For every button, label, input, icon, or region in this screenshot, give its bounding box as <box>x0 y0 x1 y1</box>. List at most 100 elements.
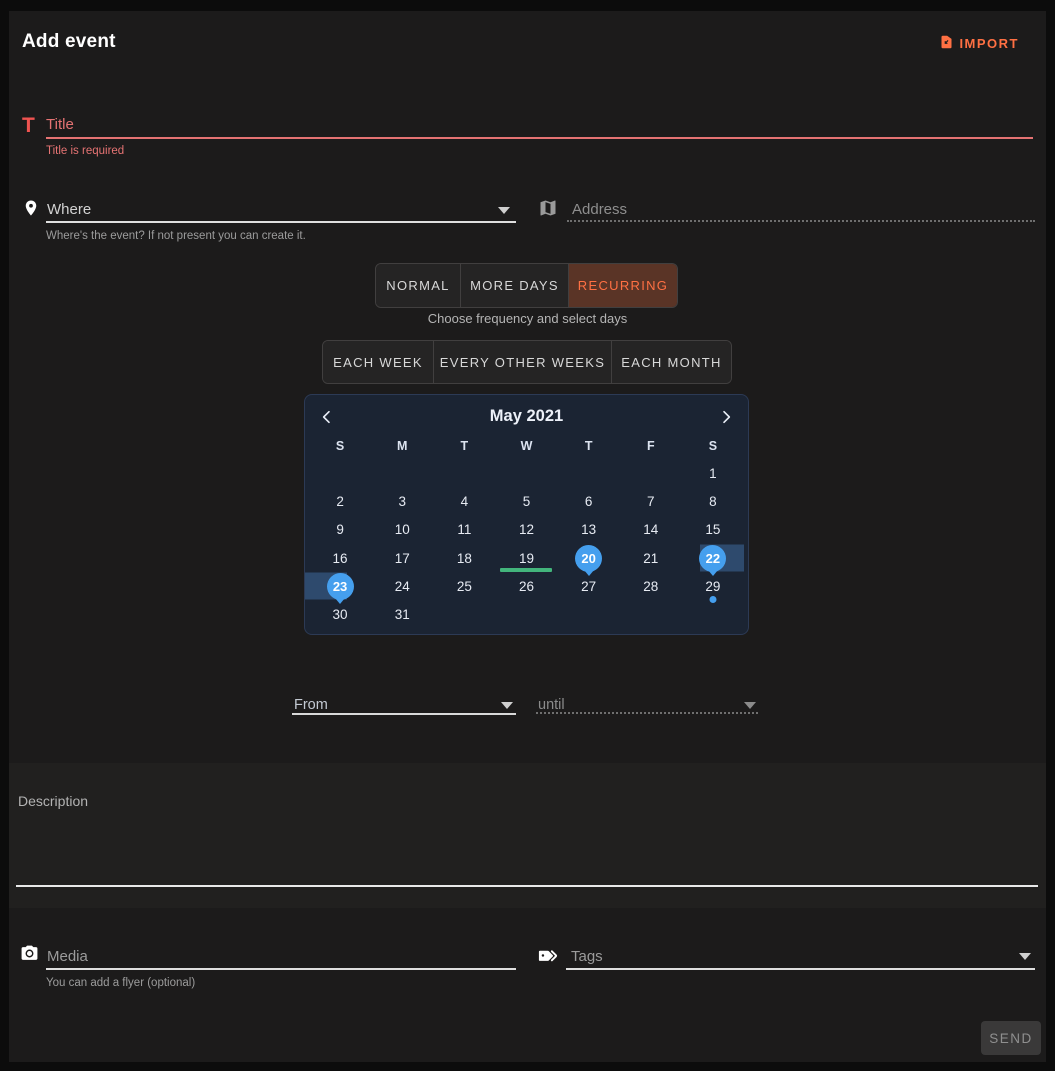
calendar-day-20-selected[interactable]: 20 <box>558 544 620 572</box>
selected-day-balloon[interactable]: 22 <box>699 545 726 572</box>
calendar-day-25[interactable]: 25 <box>433 572 495 600</box>
calendar-day <box>495 601 557 629</box>
dow-tue: T <box>433 434 495 458</box>
tags-select[interactable]: Tags <box>571 948 603 965</box>
frequency-button-group: EACH WEEK EVERY OTHER WEEKS EACH MONTH <box>322 340 732 384</box>
where-dropdown-arrow-icon[interactable] <box>498 207 510 214</box>
calendar-day-29-marked[interactable]: 29 <box>682 572 744 600</box>
calendar-day <box>309 459 371 487</box>
calendar-day <box>682 601 744 629</box>
dow-thu: T <box>558 434 620 458</box>
calendar-week-3: 9 10 11 12 13 14 15 <box>309 516 744 544</box>
tags-dropdown-arrow-icon[interactable] <box>1019 953 1031 960</box>
dow-mon: M <box>371 434 433 458</box>
calendar-day-24[interactable]: 24 <box>371 572 433 600</box>
calendar-day-2[interactable]: 2 <box>309 487 371 515</box>
calendar-day-30[interactable]: 30 <box>309 601 371 629</box>
selected-day-balloon[interactable]: 20 <box>575 545 602 572</box>
each-week-button[interactable]: EACH WEEK <box>323 341 433 383</box>
calendar-day-8[interactable]: 8 <box>682 487 744 515</box>
calendar-day-9[interactable]: 9 <box>309 516 371 544</box>
title-input[interactable]: Title <box>46 116 74 133</box>
calendar-week-4: 16 17 18 19 20 21 22 <box>309 544 744 572</box>
calendar-day-15[interactable]: 15 <box>682 516 744 544</box>
calendar: May 2021 S M T W T F S <box>304 394 749 635</box>
tab-normal[interactable]: NORMAL <box>376 264 460 307</box>
send-button[interactable]: SEND <box>981 1021 1041 1055</box>
calendar-day-28[interactable]: 28 <box>620 572 682 600</box>
calendar-week-6: 30 31 <box>309 601 744 629</box>
media-helper-text: You can add a flyer (optional) <box>46 977 195 989</box>
description-underline <box>16 885 1038 887</box>
calendar-day-11[interactable]: 11 <box>433 516 495 544</box>
add-event-panel: Add event IMPORT T Title Title is requir… <box>9 11 1046 1062</box>
calendar-day-19-today[interactable]: 19 <box>495 544 557 572</box>
calendar-month-title: May 2021 <box>305 407 748 426</box>
until-time-select[interactable]: until <box>538 697 565 713</box>
event-type-tab-group: NORMAL MORE DAYS RECURRING <box>375 263 678 308</box>
title-icon: T <box>22 114 35 138</box>
calendar-week-1: 1 <box>309 459 744 487</box>
calendar-day-31[interactable]: 31 <box>371 601 433 629</box>
dow-sun: S <box>309 434 371 458</box>
tab-recurring[interactable]: RECURRING <box>568 264 677 307</box>
calendar-day-16[interactable]: 16 <box>309 544 371 572</box>
calendar-next-month-icon[interactable] <box>715 406 737 428</box>
address-input[interactable]: Address <box>572 201 627 218</box>
calendar-day-4[interactable]: 4 <box>433 487 495 515</box>
from-dropdown-arrow-icon[interactable] <box>501 702 513 709</box>
calendar-day-26[interactable]: 26 <box>495 572 557 600</box>
calendar-day-10[interactable]: 10 <box>371 516 433 544</box>
title-error-text: Title is required <box>46 145 124 157</box>
calendar-grid: 1 2 3 4 5 6 7 8 9 10 11 12 13 14 <box>309 459 744 629</box>
media-input[interactable]: Media <box>47 948 88 965</box>
tags-icon <box>537 944 560 972</box>
calendar-day-14[interactable]: 14 <box>620 516 682 544</box>
title-underline <box>46 137 1033 139</box>
calendar-day <box>495 459 557 487</box>
location-pin-icon <box>22 197 40 224</box>
media-underline <box>46 968 516 970</box>
dow-fri: F <box>620 434 682 458</box>
each-month-button[interactable]: EACH MONTH <box>611 341 731 383</box>
calendar-week-5: 23 24 25 26 27 28 29 <box>309 572 744 600</box>
address-underline <box>567 220 1035 222</box>
calendar-day-headers: S M T W T F S <box>309 434 744 458</box>
calendar-day-1[interactable]: 1 <box>682 459 744 487</box>
where-helper-text: Where's the event? If not present you ca… <box>46 230 306 242</box>
calendar-day <box>371 459 433 487</box>
calendar-day-27[interactable]: 27 <box>558 572 620 600</box>
map-icon <box>538 198 558 223</box>
calendar-day-7[interactable]: 7 <box>620 487 682 515</box>
calendar-day <box>558 601 620 629</box>
description-textarea[interactable]: Description <box>18 793 88 809</box>
page-title: Add event <box>22 31 116 53</box>
description-section: Description <box>9 763 1046 908</box>
calendar-week-2: 2 3 4 5 6 7 8 <box>309 487 744 515</box>
calendar-day-18[interactable]: 18 <box>433 544 495 572</box>
where-underline <box>46 221 516 223</box>
calendar-day-3[interactable]: 3 <box>371 487 433 515</box>
camera-icon <box>19 944 40 968</box>
calendar-day-17[interactable]: 17 <box>371 544 433 572</box>
import-button[interactable]: IMPORT <box>939 33 1019 54</box>
calendar-day-13[interactable]: 13 <box>558 516 620 544</box>
dow-sat: S <box>682 434 744 458</box>
calendar-day-21[interactable]: 21 <box>620 544 682 572</box>
where-select[interactable]: Where <box>47 201 91 218</box>
until-dropdown-arrow-icon <box>744 702 756 709</box>
calendar-day <box>433 459 495 487</box>
every-other-weeks-button[interactable]: EVERY OTHER WEEKS <box>433 341 611 383</box>
tags-underline <box>566 968 1035 970</box>
dow-wed: W <box>495 434 557 458</box>
calendar-day-6[interactable]: 6 <box>558 487 620 515</box>
selected-day-balloon[interactable]: 23 <box>327 573 354 600</box>
from-time-select[interactable]: From <box>294 697 328 713</box>
calendar-day-12[interactable]: 12 <box>495 516 557 544</box>
tab-more-days[interactable]: MORE DAYS <box>460 264 568 307</box>
add-event-page: Add event IMPORT T Title Title is requir… <box>0 0 1055 1071</box>
calendar-day-5[interactable]: 5 <box>495 487 557 515</box>
calendar-day <box>620 601 682 629</box>
file-import-icon <box>939 33 954 54</box>
import-label: IMPORT <box>959 36 1019 51</box>
